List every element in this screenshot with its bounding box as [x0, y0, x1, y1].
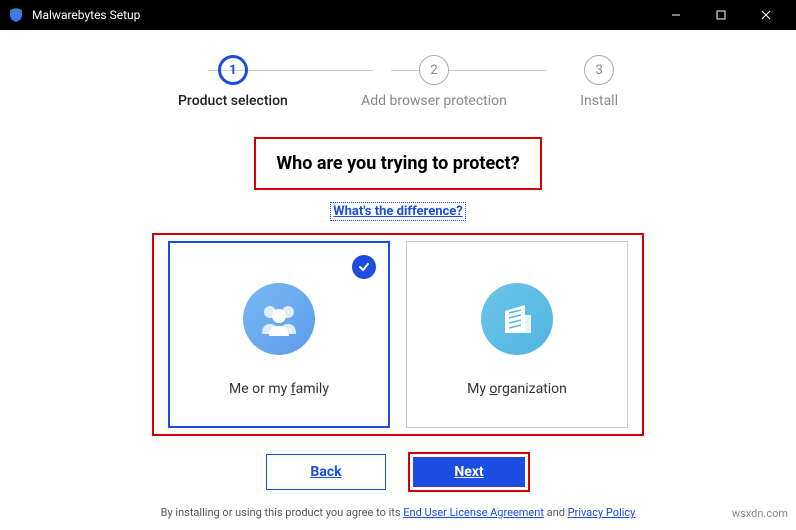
minimize-button[interactable] — [653, 0, 698, 30]
step-2: 2 Add browser protection — [361, 55, 507, 109]
step-2-label: Add browser protection — [361, 93, 507, 109]
step-1-label: Product selection — [178, 93, 288, 109]
app-icon — [8, 7, 24, 23]
content-area: 1 Product selection 2 Add browser protec… — [0, 30, 796, 527]
step-2-circle: 2 — [419, 55, 449, 85]
titlebar: Malwarebytes Setup — [0, 0, 796, 30]
watermark: wsxdn.com — [732, 507, 788, 520]
eula-link[interactable]: End User License Agreement — [403, 506, 544, 519]
page-heading: Who are you trying to protect? — [276, 153, 519, 174]
step-3-circle: 3 — [584, 55, 614, 85]
heading-highlight: Who are you trying to protect? — [254, 137, 541, 190]
option-card-organization[interactable]: My organization — [406, 241, 628, 428]
card-family-label: Me or my family — [229, 381, 329, 397]
next-button[interactable]: Next — [413, 457, 525, 487]
step-1-circle: 1 — [218, 55, 248, 85]
footer-text: By installing or using this product you … — [161, 506, 636, 519]
family-icon — [243, 283, 315, 355]
selected-check-icon — [352, 255, 376, 279]
cards-highlight: Me or my family My organization — [152, 233, 644, 436]
step-3: 3 Install — [580, 55, 618, 109]
option-card-family[interactable]: Me or my family — [168, 241, 390, 428]
close-button[interactable] — [743, 0, 788, 30]
window-title: Malwarebytes Setup — [32, 8, 653, 22]
next-button-highlight: Next — [408, 452, 530, 492]
organization-icon — [481, 283, 553, 355]
privacy-link[interactable]: Privacy Policy — [568, 506, 636, 519]
whats-the-difference-link[interactable]: What's the difference? — [330, 202, 466, 221]
card-org-label: My organization — [467, 381, 567, 397]
step-1: 1 Product selection — [178, 55, 288, 109]
buttons-row: Back Next — [266, 452, 530, 492]
back-button[interactable]: Back — [266, 454, 386, 490]
step-3-label: Install — [580, 93, 618, 109]
maximize-button[interactable] — [698, 0, 743, 30]
progress-stepper: 1 Product selection 2 Add browser protec… — [178, 55, 618, 109]
